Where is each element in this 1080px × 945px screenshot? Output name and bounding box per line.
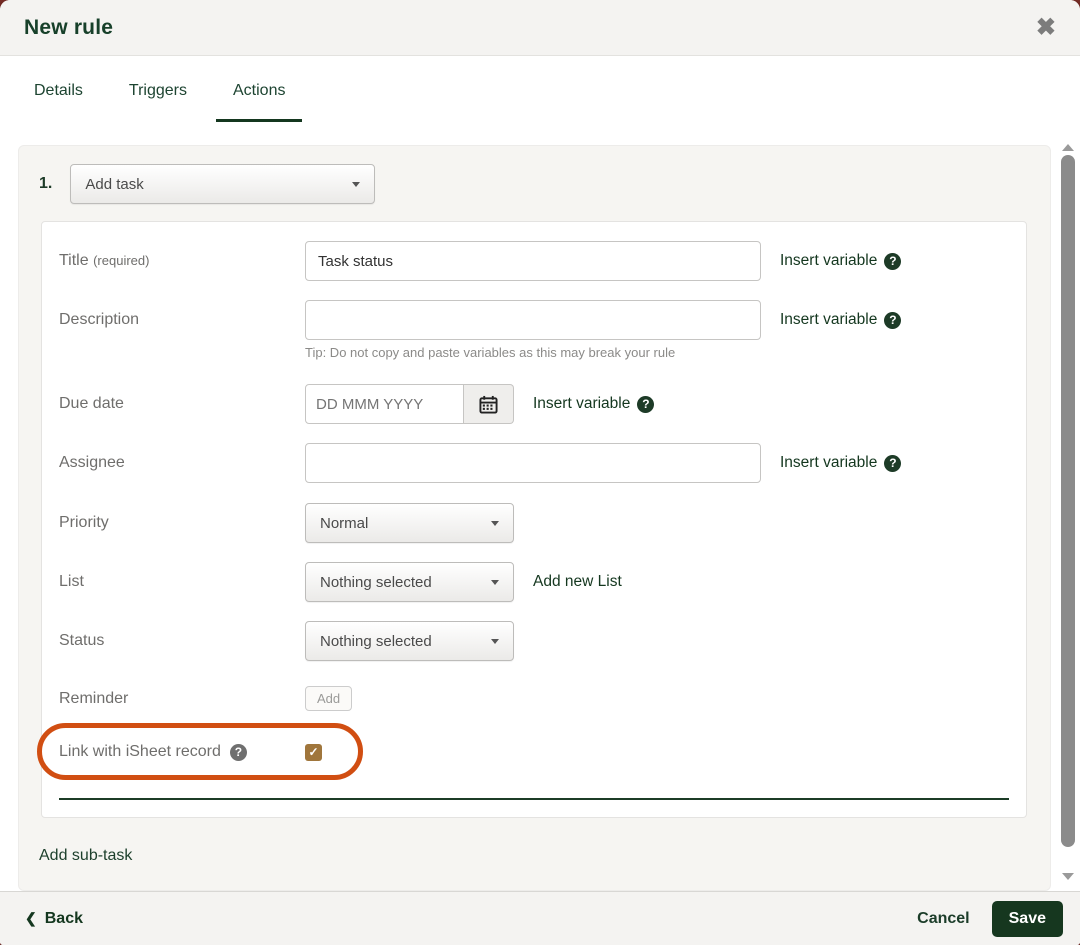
modal-title: New rule (24, 15, 114, 39)
field-row-status: Status Nothing selected (59, 621, 1009, 661)
add-new-list-link[interactable]: Add new List (533, 562, 622, 602)
scroll-down-arrow-icon[interactable] (1062, 873, 1074, 880)
field-row-title: Title (required) Insert variable ? (59, 241, 1009, 281)
card-divider (59, 798, 1009, 800)
help-icon[interactable]: ? (884, 252, 902, 270)
title-input[interactable] (305, 241, 761, 281)
back-button[interactable]: ❮ Back (25, 910, 83, 928)
due-date-label: Due date (59, 395, 124, 412)
tab-triggers[interactable]: Triggers (112, 82, 204, 122)
scrollbar-thumb[interactable] (1061, 155, 1075, 847)
status-label: Status (59, 632, 105, 649)
priority-value: Normal (320, 514, 369, 532)
chevron-down-icon (491, 520, 499, 526)
chevron-down-icon (491, 638, 499, 644)
field-row-description: Description Tip: Do not copy and paste v… (59, 300, 1009, 360)
action-type-value: Add task (85, 175, 144, 193)
insert-variable-link-due-date[interactable]: Insert variable ? (533, 384, 655, 424)
reminder-label: Reminder (59, 690, 129, 707)
priority-label: Priority (59, 514, 109, 531)
rule-header: 1. Add task (39, 164, 1026, 204)
help-icon[interactable]: ? (884, 454, 902, 472)
field-row-assignee: Assignee Insert variable ? (59, 443, 1009, 483)
modal-body: 1. Add task Title (required) Insert vari… (0, 122, 1080, 891)
field-row-due-date: Due date DD MMM YYYY Insert variable ? (59, 384, 1009, 424)
list-select[interactable]: Nothing selected (305, 562, 514, 602)
new-rule-modal: New rule ✖ Details Triggers Actions 1. A… (0, 0, 1080, 945)
tab-details[interactable]: Details (17, 82, 100, 122)
help-icon[interactable]: ? (884, 311, 902, 329)
vertical-scrollbar[interactable] (1060, 122, 1076, 891)
title-label: Title (required) (59, 252, 150, 269)
task-form-card: Title (required) Insert variable ? Descr… (37, 221, 1027, 818)
field-row-priority: Priority Normal (59, 503, 1009, 543)
due-date-group (305, 384, 514, 424)
description-input[interactable] (305, 300, 761, 340)
description-label: Description (59, 311, 140, 328)
field-row-isheet: Link with iSheet record ? ✓ (37, 723, 1009, 780)
rule-index: 1. (39, 175, 53, 192)
modal-header: New rule ✖ (0, 0, 1080, 56)
insert-variable-link-title[interactable]: Insert variable ? (780, 241, 902, 281)
tab-bar: Details Triggers Actions (0, 56, 1080, 122)
add-subtask-link[interactable]: Add sub-task (39, 847, 132, 865)
reminder-add-button[interactable]: Add (305, 686, 353, 711)
save-button[interactable]: Save (991, 900, 1063, 937)
chevron-down-icon (491, 579, 499, 585)
priority-select[interactable]: Normal (305, 503, 514, 543)
due-date-input[interactable] (305, 384, 464, 424)
calendar-button[interactable] (464, 384, 514, 424)
footer-actions: Cancel Save (917, 900, 1063, 937)
scroll-up-arrow-icon[interactable] (1062, 144, 1074, 151)
field-row-list: List Nothing selected Add new List (59, 562, 1009, 602)
assignee-input[interactable] (305, 443, 761, 483)
action-type-select[interactable]: Add task (70, 164, 376, 204)
required-suffix: (required) (93, 253, 150, 268)
description-tip: Tip: Do not copy and paste variables as … (305, 345, 676, 360)
status-value: Nothing selected (320, 632, 432, 650)
isheet-checkbox[interactable]: ✓ (305, 743, 322, 761)
help-icon[interactable]: ? (229, 743, 247, 761)
isheet-label: Link with iSheet record ? (59, 743, 305, 761)
calendar-icon (479, 395, 498, 414)
rule-container: 1. Add task Title (required) Insert vari… (18, 145, 1051, 891)
insert-variable-link-description[interactable]: Insert variable ? (780, 300, 902, 340)
field-row-reminder: Reminder Add (59, 679, 1009, 719)
list-label: List (59, 573, 84, 590)
cancel-button[interactable]: Cancel (917, 910, 969, 928)
modal-footer: ❮ Back Cancel Save (0, 891, 1080, 945)
status-select[interactable]: Nothing selected (305, 621, 514, 661)
close-icon[interactable]: ✖ (1036, 15, 1056, 40)
tab-actions[interactable]: Actions (216, 82, 303, 122)
description-input-col: Tip: Do not copy and paste variables as … (305, 300, 761, 360)
chevron-left-icon: ❮ (25, 910, 37, 926)
insert-variable-link-assignee[interactable]: Insert variable ? (780, 443, 902, 483)
list-value: Nothing selected (320, 573, 432, 591)
chevron-down-icon (352, 181, 361, 187)
assignee-label: Assignee (59, 454, 125, 471)
help-icon[interactable]: ? (637, 395, 655, 413)
